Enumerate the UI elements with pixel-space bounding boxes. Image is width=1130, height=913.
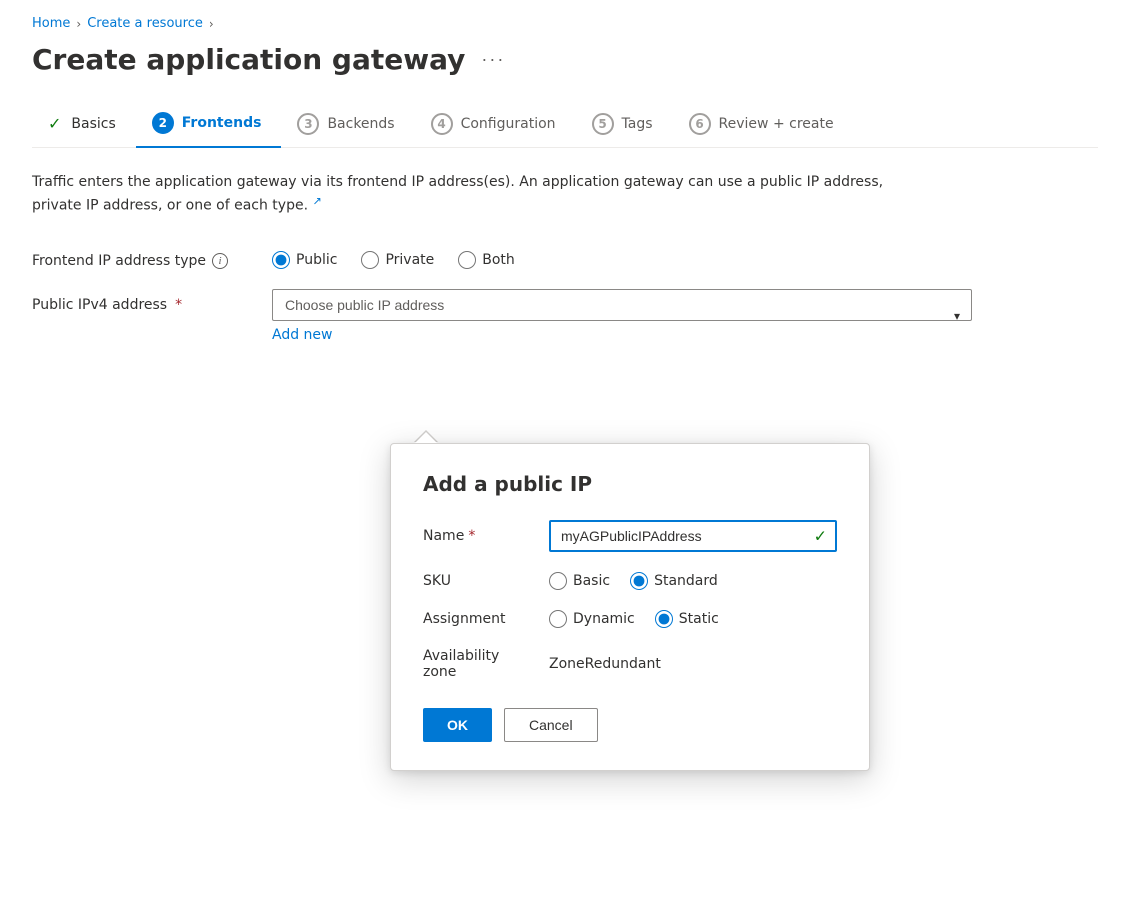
page-title: Create application gateway — [32, 43, 465, 76]
public-ipv4-label: Public IPv4 address * — [32, 289, 252, 313]
radio-private-label: Private — [385, 252, 434, 268]
modal-assignment-label: Assignment — [423, 611, 533, 627]
input-check-icon: ✓ — [814, 527, 827, 546]
wizard-step-review-create[interactable]: 6 Review + create — [673, 101, 854, 147]
modal-name-required: * — [468, 528, 475, 544]
wizard-step-configuration[interactable]: 4 Configuration — [415, 101, 576, 147]
step-review-create-label: Review + create — [719, 116, 834, 132]
radio-both-label: Both — [482, 252, 515, 268]
modal-buttons: OK Cancel — [423, 708, 837, 742]
breadcrumb-home[interactable]: Home — [32, 16, 70, 31]
step-circle-6: 6 — [689, 113, 711, 135]
modal-name-input-container: ✓ — [549, 520, 837, 552]
check-icon: ✓ — [48, 114, 61, 133]
radio-assignment-dynamic[interactable]: Dynamic — [549, 610, 635, 628]
radio-sku-standard[interactable]: Standard — [630, 572, 718, 590]
radio-private[interactable]: Private — [361, 251, 434, 269]
radio-input-sku-standard[interactable] — [630, 572, 648, 590]
radio-input-private[interactable] — [361, 251, 379, 269]
radio-input-dynamic[interactable] — [549, 610, 567, 628]
step-tags-label: Tags — [622, 116, 653, 132]
radio-sku-basic-label: Basic — [573, 573, 610, 589]
radio-input-both[interactable] — [458, 251, 476, 269]
page-title-row: Create application gateway ··· — [32, 43, 1098, 76]
info-icon-frontend[interactable]: i — [212, 253, 228, 269]
modal-name-row: Name * ✓ — [423, 520, 837, 552]
step-configuration-label: Configuration — [461, 116, 556, 132]
modal-name-input[interactable] — [549, 520, 837, 552]
step-circle-3: 3 — [297, 113, 319, 135]
radio-sku-standard-label: Standard — [654, 573, 718, 589]
radio-dynamic-label: Dynamic — [573, 611, 635, 627]
modal-sku-label: SKU — [423, 573, 533, 589]
radio-input-static[interactable] — [655, 610, 673, 628]
modal-availability-row: Availabilityzone ZoneRedundant — [423, 648, 837, 680]
frontend-ip-radio-group: Public Private Both — [272, 245, 515, 269]
radio-static-label: Static — [679, 611, 719, 627]
radio-public[interactable]: Public — [272, 251, 337, 269]
modal-sku-row: SKU Basic Standard — [423, 572, 837, 590]
modal-overlay: Add a public IP Name * ✓ SKU — [390, 430, 870, 771]
radio-input-sku-basic[interactable] — [549, 572, 567, 590]
wizard-step-backends[interactable]: 3 Backends — [281, 101, 414, 147]
public-ipv4-row: Public IPv4 address * Choose public IP a… — [32, 289, 1098, 343]
public-ip-dropdown-container: Choose public IP address ▾ Add new — [272, 289, 972, 343]
frontend-ip-type-row: Frontend IP address type i Public Privat… — [32, 245, 1098, 269]
modal-availability-value: ZoneRedundant — [549, 656, 661, 672]
modal-assignment-row: Assignment Dynamic Static — [423, 610, 837, 628]
wizard-step-basics[interactable]: ✓ Basics — [32, 102, 136, 145]
modal-cancel-button[interactable]: Cancel — [504, 708, 598, 742]
frontend-ip-label: Frontend IP address type i — [32, 245, 252, 269]
modal-availability-label: Availabilityzone — [423, 648, 533, 680]
breadcrumb: Home › Create a resource › — [32, 16, 1098, 31]
wizard-steps: ✓ Basics 2 Frontends 3 Backends 4 Config… — [32, 100, 1098, 148]
step-backends-label: Backends — [327, 116, 394, 132]
step-circle-4: 4 — [431, 113, 453, 135]
add-public-ip-modal: Add a public IP Name * ✓ SKU — [390, 443, 870, 771]
required-star: * — [175, 297, 182, 313]
radio-input-public[interactable] — [272, 251, 290, 269]
modal-sku-radio-group: Basic Standard — [549, 572, 718, 590]
modal-ok-button[interactable]: OK — [423, 708, 492, 742]
ellipsis-button[interactable]: ··· — [475, 47, 511, 72]
step-circle-2: 2 — [152, 112, 174, 134]
wizard-step-tags[interactable]: 5 Tags — [576, 101, 673, 147]
breadcrumb-create-resource[interactable]: Create a resource — [87, 16, 203, 31]
info-text: Traffic enters the application gateway v… — [32, 172, 932, 217]
modal-assignment-radio-group: Dynamic Static — [549, 610, 719, 628]
radio-sku-basic[interactable]: Basic — [549, 572, 610, 590]
step-circle-5: 5 — [592, 113, 614, 135]
radio-public-label: Public — [296, 252, 337, 268]
wizard-step-frontends[interactable]: 2 Frontends — [136, 100, 282, 148]
radio-both[interactable]: Both — [458, 251, 515, 269]
add-new-link[interactable]: Add new — [272, 327, 972, 343]
breadcrumb-sep2: › — [209, 17, 214, 31]
step-frontends-label: Frontends — [182, 115, 262, 131]
radio-assignment-static[interactable]: Static — [655, 610, 719, 628]
modal-name-label: Name * — [423, 528, 533, 544]
step-basics-label: Basics — [71, 116, 115, 132]
breadcrumb-sep1: › — [76, 17, 81, 31]
modal-title: Add a public IP — [423, 472, 837, 496]
external-link-icon: ↗ — [312, 194, 321, 207]
info-link[interactable]: ↗ — [312, 198, 321, 214]
public-ip-dropdown[interactable]: Choose public IP address — [272, 289, 972, 321]
